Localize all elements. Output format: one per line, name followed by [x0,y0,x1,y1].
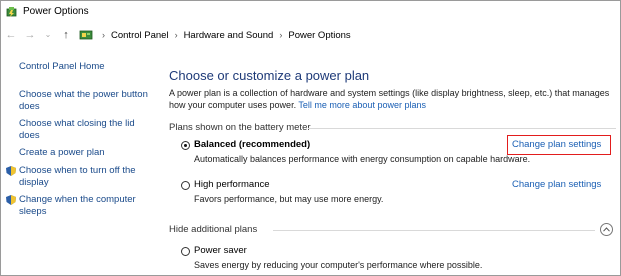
radio-power-saver[interactable] [181,247,190,256]
change-plan-settings-balanced-link[interactable]: Change plan settings [512,139,601,150]
description-text: how your computer uses power. [169,100,299,110]
sidebar-item-label: Choose what closing the lid [19,118,135,129]
sidebar-item-label: Choose what the power button [19,89,148,100]
group-divider [273,230,595,231]
sidebar: Control Panel Home Choose what the power… [1,46,161,275]
shield-icon [6,195,16,205]
sidebar-item-label: Change when the computer [19,194,136,205]
plan-name-balanced[interactable]: Balanced (recommended) [194,139,310,150]
sidebar-item-power-button[interactable]: Choose what the power button does [19,89,148,113]
address-bar: ← → ⌄ ↑ › Control Panel › Hardware and S… [1,24,620,46]
title-bar: Power Options [1,1,620,23]
group-label-battery-meter: Plans shown on the battery meter [169,122,311,133]
shield-icon [6,166,16,176]
sidebar-item-label: display [19,177,49,188]
sidebar-item-label: sleeps [19,206,47,217]
sidebar-item-label: does [19,130,40,141]
collapse-chevron-up-icon[interactable] [600,223,613,236]
breadcrumb-power-options[interactable]: Power Options [288,30,350,41]
sidebar-item-closing-lid[interactable]: Choose what closing the lid does [19,118,135,142]
chevron-right-icon: › [102,30,105,40]
sidebar-item-computer-sleeps[interactable]: Change when the computer sleeps [19,194,136,218]
page-description: A power plan is a collection of hardware… [169,87,617,111]
up-arrow-icon[interactable]: ↑ [59,28,73,42]
sidebar-item-label: Choose when to turn off the [19,165,136,176]
control-panel-icon [79,30,93,40]
tell-me-more-link[interactable]: Tell me more about power plans [298,100,426,110]
plan-description-high-performance: Favors performance, but may use more ene… [194,194,384,204]
description-text: A power plan is a collection of hardware… [169,88,610,98]
hide-additional-plans-label[interactable]: Hide additional plans [169,224,257,235]
breadcrumb-hardware-and-sound[interactable]: Hardware and Sound [184,30,274,41]
chevron-right-icon: › [174,30,178,40]
change-plan-settings-high-performance-link[interactable]: Change plan settings [512,179,601,190]
plan-description-power-saver: Saves energy by reducing your computer's… [194,260,483,270]
sidebar-item-turn-off-display[interactable]: Choose when to turn off the display [19,165,136,189]
plan-name-high-performance[interactable]: High performance [194,179,270,190]
breadcrumb: › Control Panel › Hardware and Sound › P… [79,26,351,44]
page-title: Choose or customize a power plan [169,68,370,83]
power-options-icon [6,7,17,17]
radio-high-performance[interactable] [181,181,190,190]
plan-name-power-saver[interactable]: Power saver [194,245,247,256]
window-title: Power Options [23,6,89,17]
breadcrumb-control-panel[interactable]: Control Panel [111,30,169,41]
sidebar-item-create-power-plan[interactable]: Create a power plan [19,147,105,159]
recent-locations-chevron-icon[interactable]: ⌄ [41,28,55,42]
chevron-right-icon: › [279,30,283,40]
plan-description-balanced: Automatically balances performance with … [194,154,531,164]
radio-balanced[interactable] [181,141,190,150]
sidebar-control-panel-home[interactable]: Control Panel Home [19,61,105,73]
forward-arrow-icon[interactable]: → [23,28,37,42]
group-divider [308,128,616,129]
power-options-window: Power Options ← → ⌄ ↑ › Control Panel › … [0,0,621,276]
sidebar-item-label: does [19,101,40,112]
back-arrow-icon[interactable]: ← [4,28,18,42]
main-content: Choose or customize a power plan A power… [169,46,619,275]
